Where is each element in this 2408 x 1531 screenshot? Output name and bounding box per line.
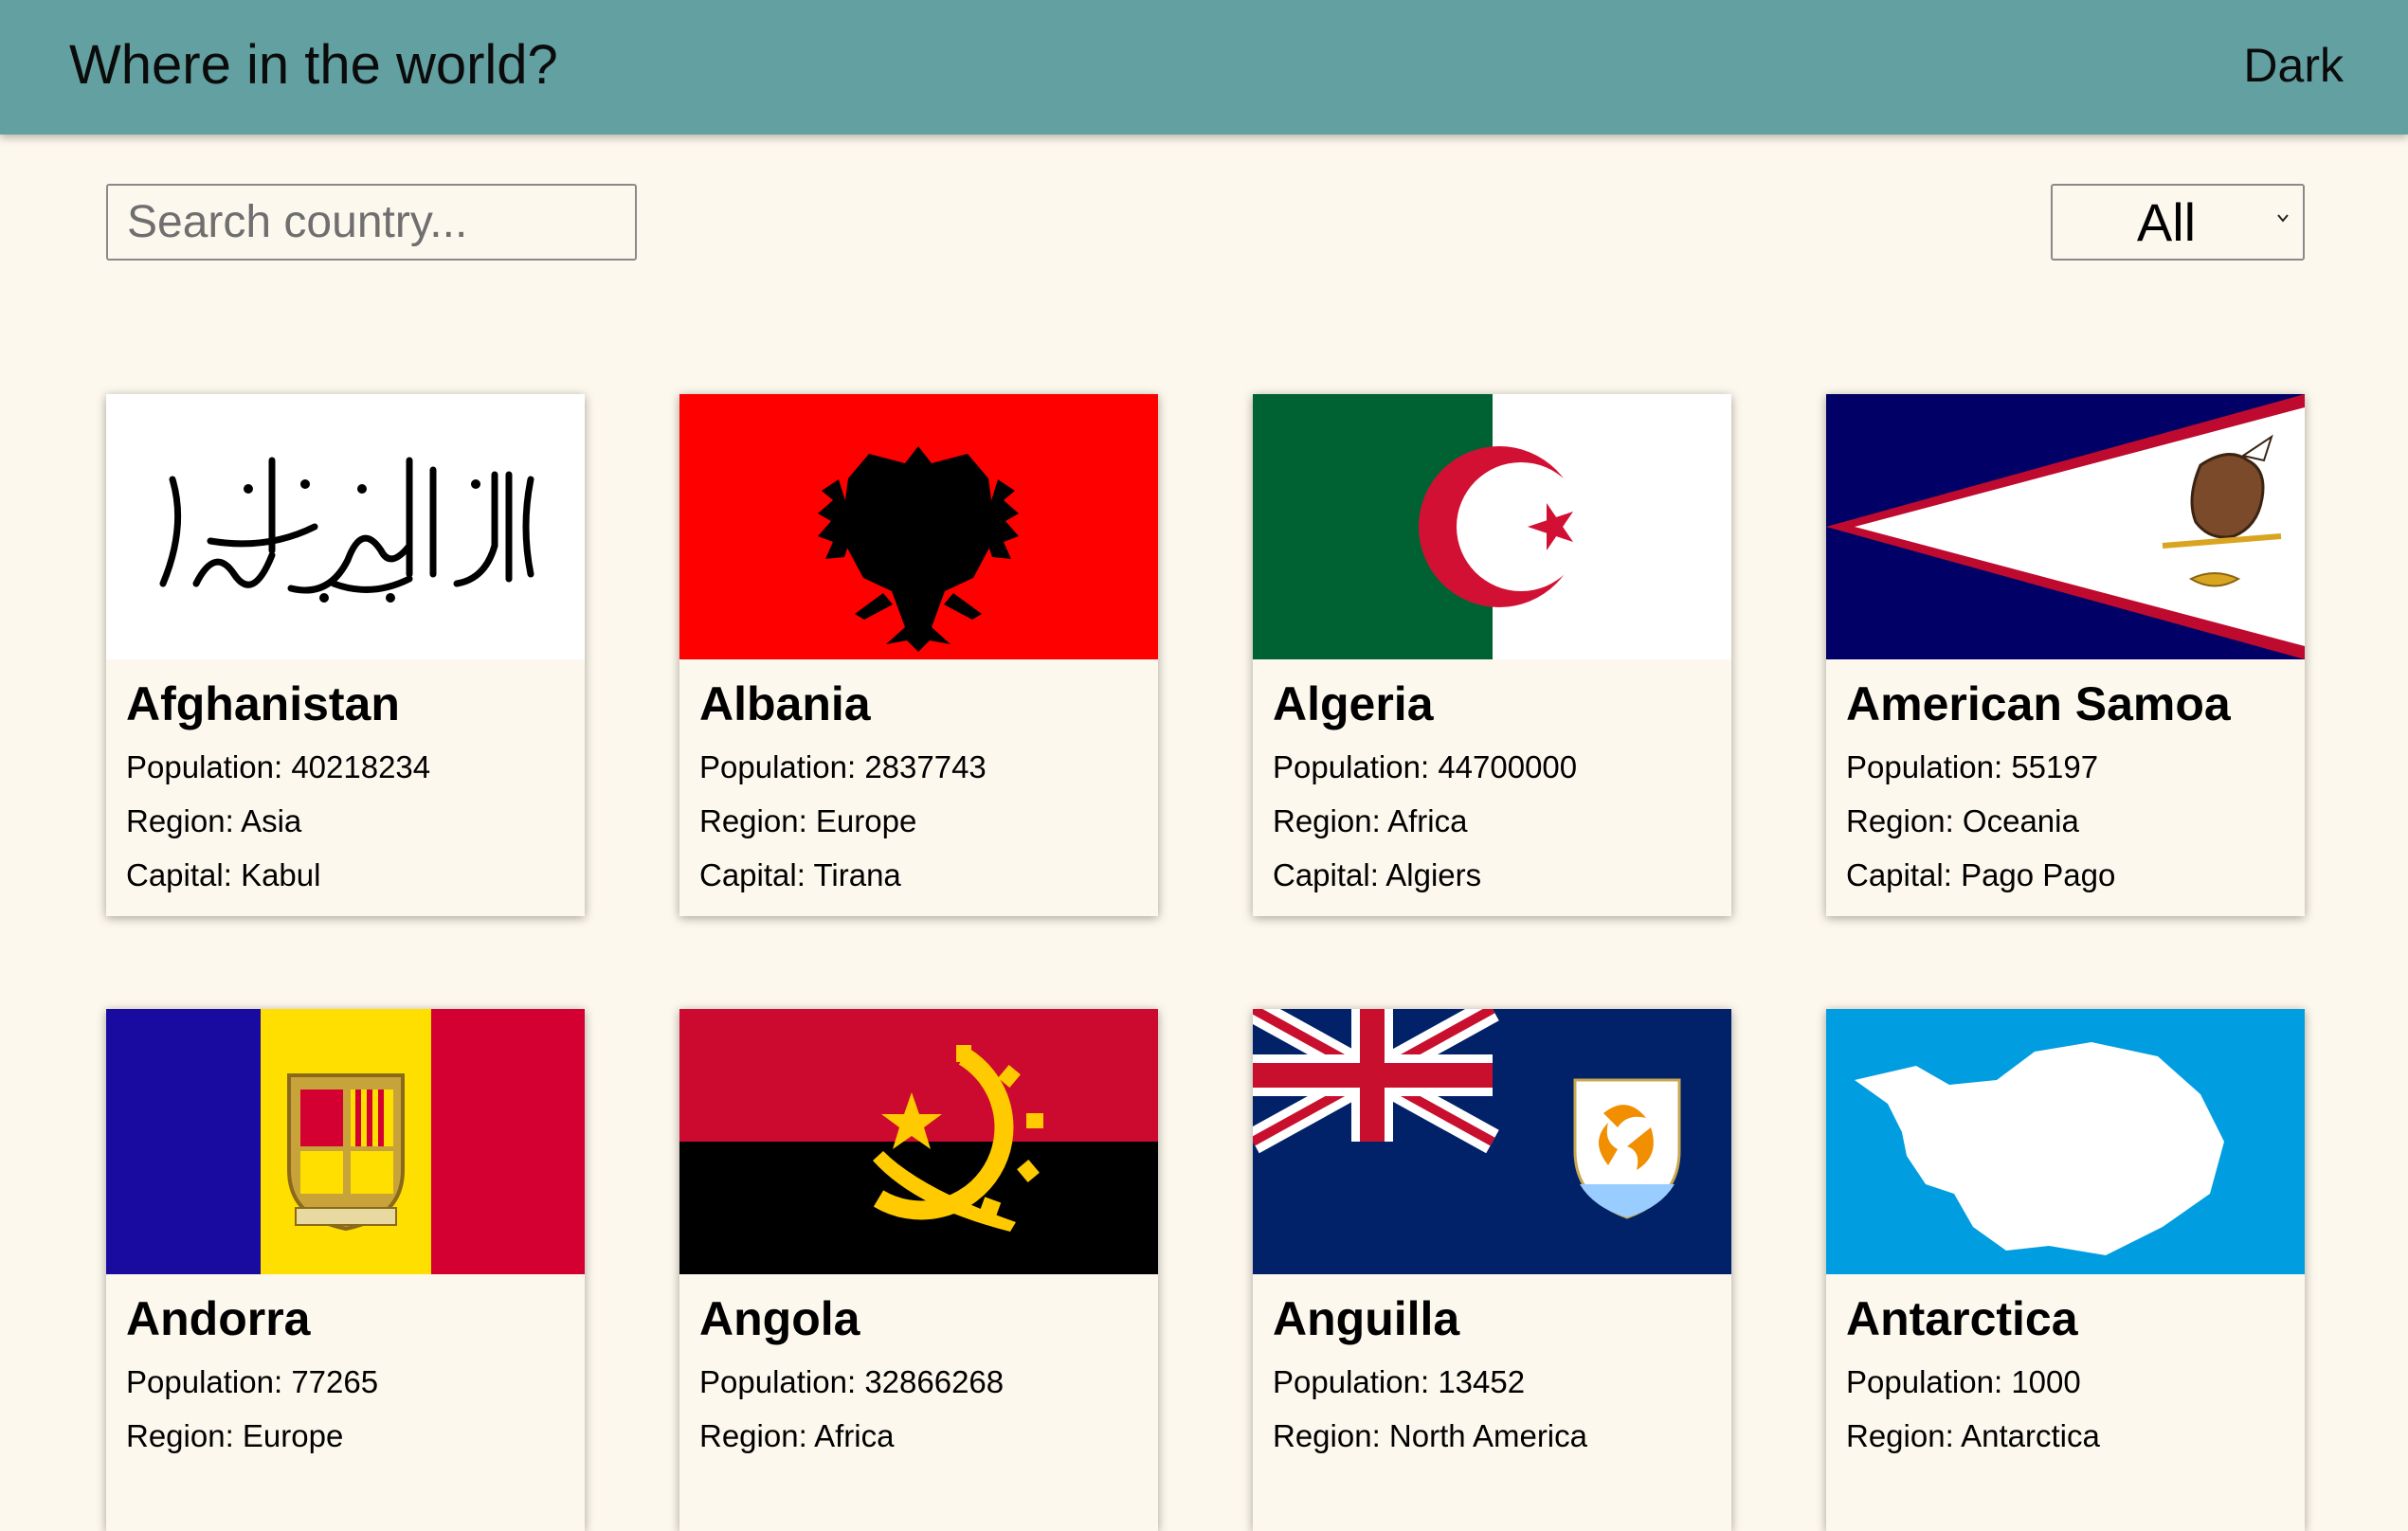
country-population: Population: 13452 bbox=[1273, 1364, 1526, 1399]
country-name: Algeria bbox=[1273, 677, 1434, 730]
country-name: Albania bbox=[699, 677, 871, 730]
country-card-antarctica[interactable]: Antarctica Population: 1000 Region: Anta… bbox=[1826, 1009, 2305, 1531]
country-region: Region: Africa bbox=[1273, 803, 1468, 838]
country-card-anguilla[interactable]: Anguilla Population: 13452 Region: North… bbox=[1253, 1009, 1731, 1531]
country-region: Region: Europe bbox=[126, 1418, 344, 1453]
country-region: Region: Antarctica bbox=[1846, 1418, 2100, 1453]
antarctica-flag-icon bbox=[1826, 1009, 2305, 1274]
afghanistan-flag-icon bbox=[106, 394, 585, 659]
american-samoa-flag-icon bbox=[1826, 394, 2305, 659]
country-region: Region: Oceania bbox=[1846, 803, 2079, 838]
country-name: American Samoa bbox=[1846, 677, 2231, 730]
andorra-flag-icon bbox=[106, 1009, 585, 1274]
country-card-afghanistan[interactable]: Afghanistan Population: 40218234 Region:… bbox=[106, 394, 585, 916]
angola-flag-icon bbox=[679, 1009, 1158, 1274]
country-capital: Capital: Kabul bbox=[126, 857, 321, 892]
country-population: Population: 40218234 bbox=[126, 749, 431, 784]
chevron-down-icon bbox=[2277, 214, 2289, 223]
country-region: Region: Asia bbox=[126, 803, 302, 838]
country-card-andorra[interactable]: Andorra Population: 77265 Region: Europe bbox=[106, 1009, 585, 1531]
country-capital: Capital: Tirana bbox=[699, 857, 901, 892]
country-card-albania[interactable]: Albania Population: 2837743 Region: Euro… bbox=[679, 394, 1158, 916]
region-filter-select[interactable]: All bbox=[2051, 184, 2305, 261]
anguilla-flag-icon bbox=[1253, 1009, 1731, 1274]
country-region: Region: North America bbox=[1273, 1418, 1587, 1453]
country-population: Population: 55197 bbox=[1846, 749, 2099, 784]
country-name: Angola bbox=[699, 1292, 860, 1345]
search-input[interactable] bbox=[106, 184, 637, 261]
country-name: Andorra bbox=[126, 1292, 311, 1345]
algeria-flag-icon bbox=[1253, 394, 1731, 659]
country-population: Population: 77265 bbox=[126, 1364, 379, 1399]
country-name: Afghanistan bbox=[126, 677, 400, 730]
country-capital: Capital: Pago Pago bbox=[1846, 857, 2116, 892]
albania-flag-icon bbox=[679, 394, 1158, 659]
country-card-algeria[interactable]: Algeria Population: 44700000 Region: Afr… bbox=[1253, 394, 1731, 916]
app-header: Where in the world? Dark bbox=[0, 0, 2408, 135]
country-population: Population: 44700000 bbox=[1273, 749, 1578, 784]
country-name: Antarctica bbox=[1846, 1292, 2078, 1345]
app-title: Where in the world? bbox=[69, 34, 558, 96]
country-name: Anguilla bbox=[1273, 1292, 1460, 1345]
country-region: Region: Europe bbox=[699, 803, 917, 838]
country-capital: Capital: Algiers bbox=[1273, 857, 1482, 892]
country-population: Population: 2837743 bbox=[699, 749, 987, 784]
region-filter-value: All bbox=[2136, 192, 2197, 252]
country-population: Population: 32866268 bbox=[699, 1364, 1005, 1399]
country-card-angola[interactable]: Angola Population: 32866268 Region: Afri… bbox=[679, 1009, 1158, 1531]
country-region: Region: Africa bbox=[699, 1418, 895, 1453]
country-card-american-samoa[interactable]: American Samoa Population: 55197 Region:… bbox=[1826, 394, 2305, 916]
country-population: Population: 1000 bbox=[1846, 1364, 2081, 1399]
theme-toggle-button[interactable]: Dark bbox=[2243, 38, 2344, 93]
